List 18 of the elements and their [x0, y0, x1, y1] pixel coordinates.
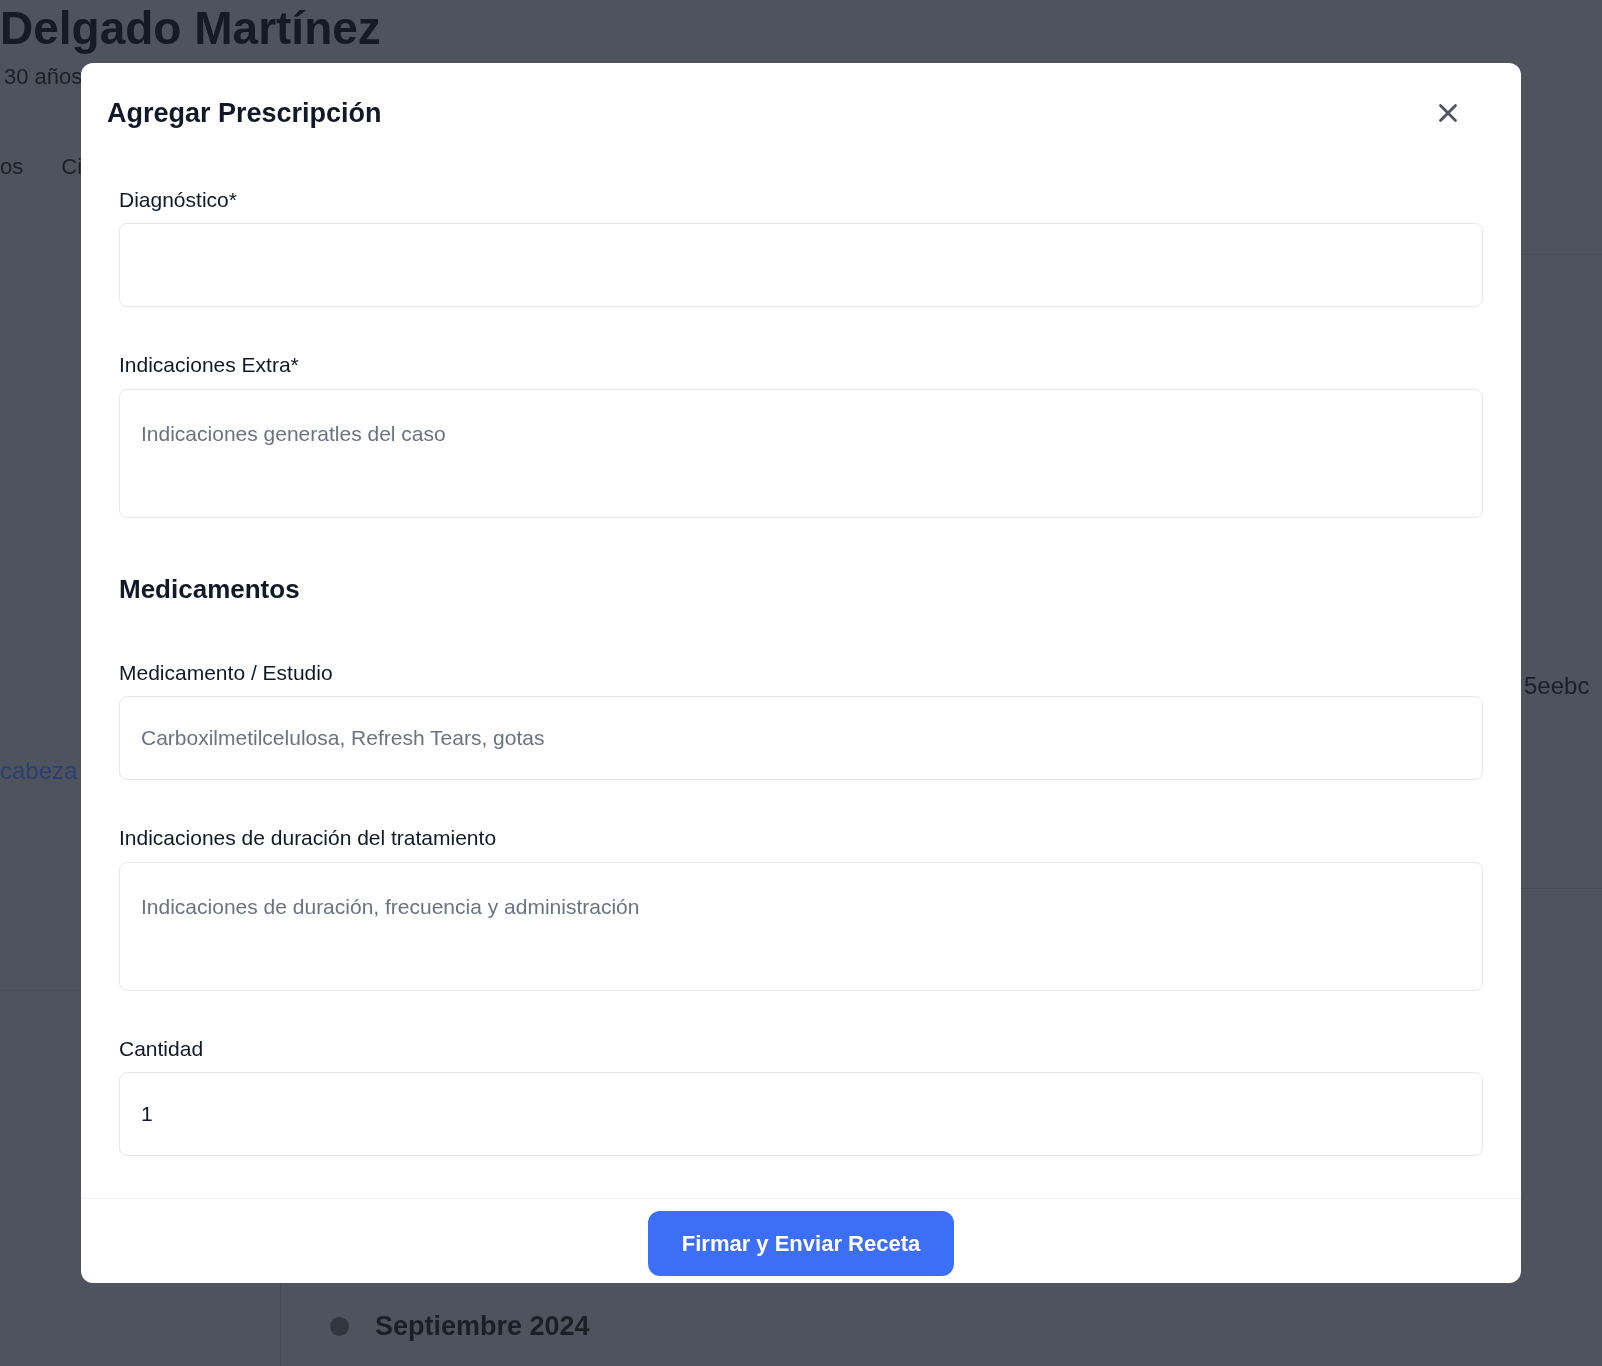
patient-age: 30 años [4, 63, 83, 91]
input-field[interactable]: 1 [119, 1072, 1483, 1156]
timeline-label: Septiembre 2024 [375, 1310, 590, 1343]
page-tab[interactable]: Ci [61, 150, 83, 183]
field-label: Medicamento / Estudio [119, 659, 333, 686]
text-area[interactable]: Indicaciones de duración, frecuencia y administración [119, 861, 1483, 991]
submit-button[interactable]: Firmar y Enviar Receta [648, 1211, 954, 1276]
input-field[interactable]: Carboxilmetilcelulosa, Refresh Tears, gotas [119, 696, 1483, 780]
dialog-title: Agregar Prescripción [107, 97, 382, 130]
field-label: Indicaciones Extra* [119, 352, 299, 378]
page-tab[interactable]: os [0, 150, 24, 183]
field-label: Diagnóstico* [119, 186, 237, 213]
patient-name: Delgado Martínez [0, 1, 381, 56]
field-label: Cantidad [119, 1035, 204, 1062]
input-field[interactable] [119, 223, 1483, 307]
field-label: Indicaciones de duración del tratamiento [119, 825, 497, 851]
text-area[interactable]: Indicaciones generatles del caso [119, 388, 1483, 518]
section-heading: Medicamentos [119, 572, 300, 606]
